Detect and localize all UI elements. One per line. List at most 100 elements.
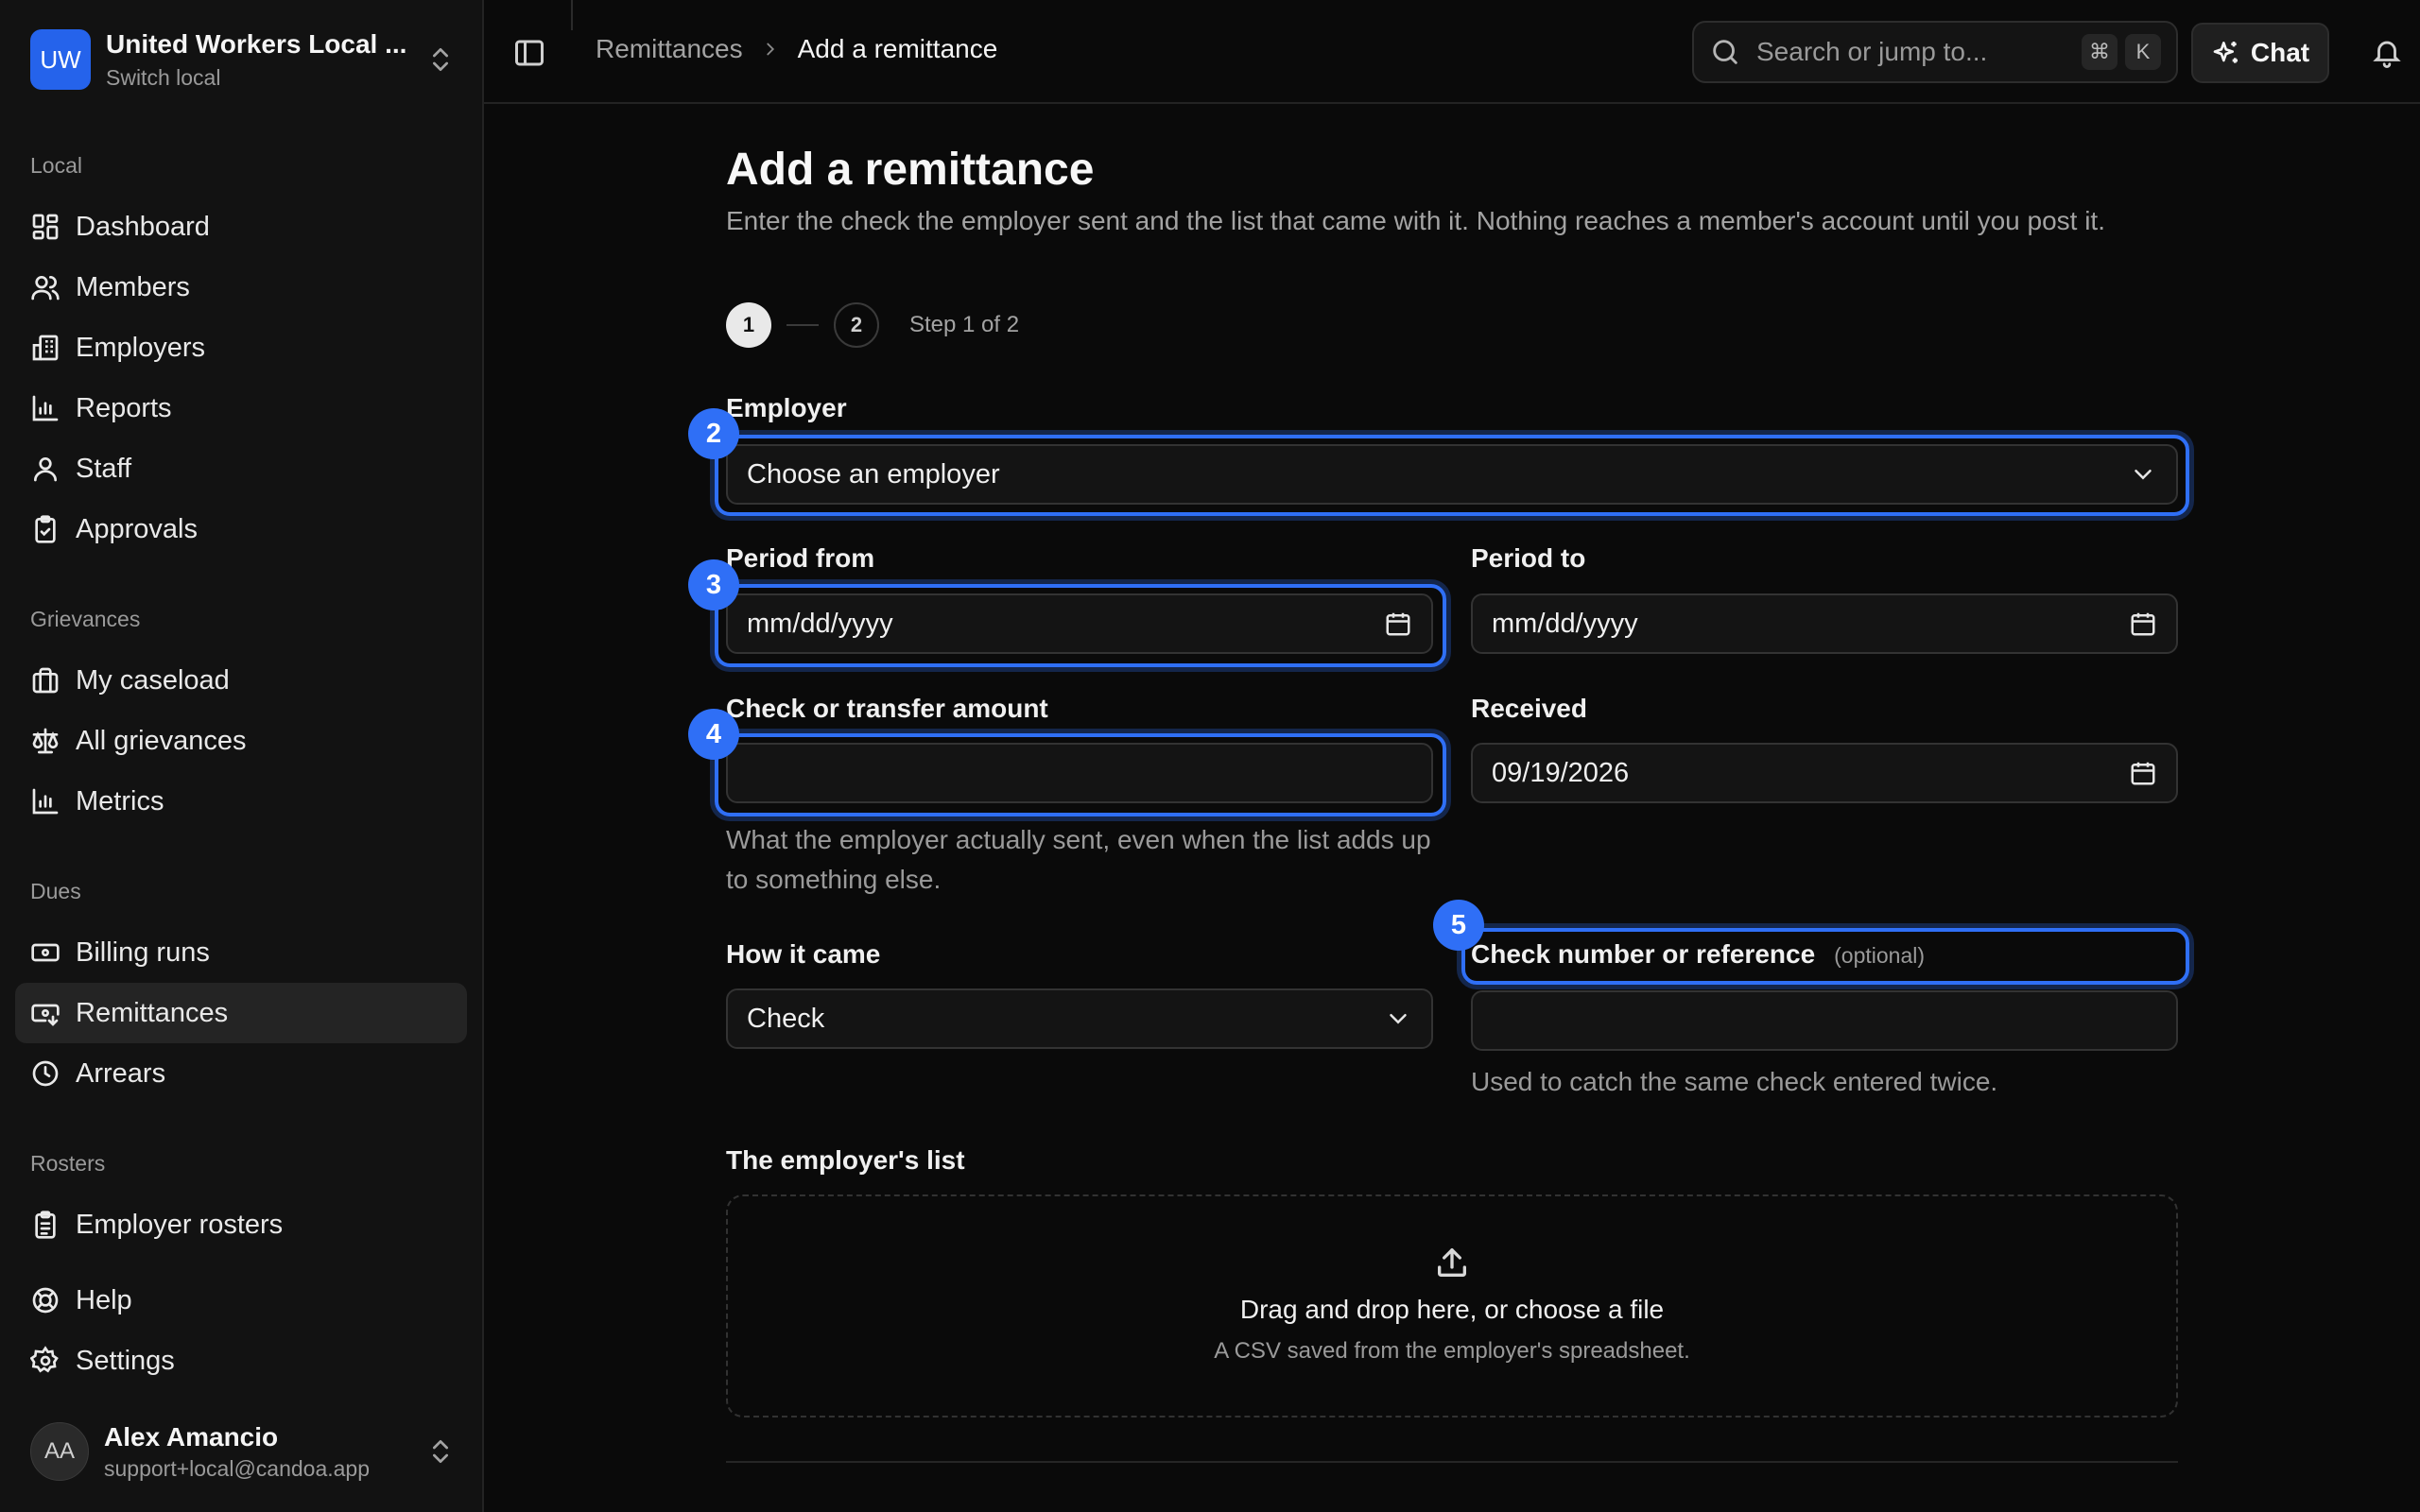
shortcut-mod-key: ⌘ xyxy=(2082,34,2118,70)
clipboard-check-icon xyxy=(35,515,56,543)
step-connector xyxy=(786,324,819,326)
banknote-icon xyxy=(31,943,60,962)
calendar-icon[interactable] xyxy=(2129,610,2157,638)
amount-label: Check or transfer amount xyxy=(726,694,1048,723)
amount-help-text: What the employer actually sent, even wh… xyxy=(726,825,1431,894)
employer-label: Employer xyxy=(726,393,847,422)
sidebar-item-members[interactable]: Members xyxy=(15,257,467,318)
gear-icon xyxy=(30,1346,59,1373)
sidebar-item-staff[interactable]: Staff xyxy=(15,438,467,499)
sidebar-item-dashboard[interactable]: Dashboard xyxy=(15,197,467,257)
chevron-up-down-icon xyxy=(433,1440,448,1463)
group-label-rosters: Rosters xyxy=(30,1151,106,1176)
bell-icon[interactable] xyxy=(2371,36,2403,68)
dropzone-title: Drag and drop here, or choose a file xyxy=(1239,1295,1665,1324)
sidebar-item-billing-runs[interactable]: Billing runs xyxy=(15,922,467,983)
breadcrumb-remittances[interactable]: Remittances xyxy=(596,34,743,64)
sidebar-item-label: Staff xyxy=(76,453,132,484)
sidebar-item-arrears[interactable]: Arrears xyxy=(15,1043,467,1104)
employer-list-label: The employer's list xyxy=(726,1145,965,1175)
briefcase-icon xyxy=(32,667,59,694)
amount-input[interactable] xyxy=(726,743,1433,803)
avatar: AA xyxy=(30,1422,89,1481)
sidebar-item-label: Dashboard xyxy=(76,211,210,242)
received-label: Received xyxy=(1471,694,1587,723)
sidebar-item-employers[interactable]: Employers xyxy=(15,318,467,378)
sidebar-item-my-caseload[interactable]: My caseload xyxy=(15,650,467,711)
scale-icon xyxy=(32,728,59,754)
page-description: Enter the check the employer sent and th… xyxy=(726,206,2105,235)
sidebar-item-settings[interactable]: Settings xyxy=(15,1331,467,1391)
org-subtitle: Switch local xyxy=(106,64,221,90)
period-from-value: mm/dd/yyyy xyxy=(747,608,893,639)
org-avatar: UW xyxy=(30,29,91,90)
period-to-input[interactable]: mm/dd/yyyy xyxy=(1471,593,2178,654)
users-icon xyxy=(31,276,60,301)
period-to-value: mm/dd/yyyy xyxy=(1492,608,1638,639)
payment-method-select[interactable]: Check xyxy=(726,988,1433,1049)
life-buoy-icon xyxy=(32,1287,59,1314)
sidebar-item-metrics[interactable]: Metrics xyxy=(15,771,467,832)
sidebar: UW United Workers Local ... Switch local… xyxy=(0,0,484,1512)
chevron-up-down-icon xyxy=(433,48,448,71)
employer-select[interactable]: Choose an employer xyxy=(726,444,2178,505)
annotation-badge: 4 xyxy=(688,709,739,760)
user-menu[interactable]: AA Alex Amancio support+local@candoa.app xyxy=(30,1421,456,1482)
sidebar-item-label: Approvals xyxy=(76,513,198,544)
group-label-dues: Dues xyxy=(30,879,81,903)
group-label-local: Local xyxy=(30,153,82,178)
sidebar-item-label: Help xyxy=(76,1284,132,1315)
building-icon xyxy=(32,335,59,361)
dropzone-subtitle: A CSV saved from the employer's spreadsh… xyxy=(1214,1338,1690,1364)
user-email: support+local@candoa.app xyxy=(104,1455,371,1481)
sidebar-item-reports[interactable]: Reports xyxy=(15,378,467,438)
reference-label: Check number or reference (optional) xyxy=(1471,939,1925,970)
sidebar-item-label: Employers xyxy=(76,332,205,363)
app: UW United Workers Local ... Switch local… xyxy=(0,0,2420,1512)
calendar-icon[interactable] xyxy=(2129,759,2157,787)
sidebar-item-label: Remittances xyxy=(76,997,229,1028)
org-name: United Workers Local ... xyxy=(106,28,407,59)
chat-button[interactable]: Chat xyxy=(2191,23,2329,83)
clock-icon xyxy=(32,1060,59,1087)
breadcrumb: Remittances Add a remittance xyxy=(596,34,997,64)
sidebar-item-remittances[interactable]: Remittances xyxy=(15,983,467,1043)
page-title: Add a remittance xyxy=(726,145,1095,195)
clipboard-list-icon xyxy=(35,1211,56,1239)
sidebar-item-label: Arrears xyxy=(76,1057,166,1089)
sidebar-item-all-grievances[interactable]: All grievances xyxy=(15,711,467,771)
method-label: How it came xyxy=(726,939,881,969)
chevron-down-icon xyxy=(2135,470,2152,480)
sidebar-item-label: Metrics xyxy=(76,785,164,816)
step-1: 1 xyxy=(726,302,771,348)
chevron-right-icon xyxy=(766,43,774,56)
payment-method-value: Check xyxy=(747,1003,825,1034)
org-switcher[interactable]: UW United Workers Local ... Switch local xyxy=(30,28,456,91)
annotation-badge: 5 xyxy=(1433,900,1484,951)
period-from-label: Period from xyxy=(726,543,875,573)
received-date-input[interactable]: 09/19/2026 xyxy=(1471,743,2178,803)
search-input[interactable]: Search or jump to... ⌘ K xyxy=(1692,21,2178,83)
sidebar-item-help[interactable]: Help xyxy=(15,1270,467,1331)
search-icon xyxy=(1713,40,1737,64)
period-from-input[interactable]: mm/dd/yyyy xyxy=(726,593,1433,654)
calendar-icon[interactable] xyxy=(1384,610,1412,638)
reference-help-text: Used to catch the same check entered twi… xyxy=(1471,1067,1998,1096)
reference-input[interactable] xyxy=(1471,990,2178,1051)
file-dropzone[interactable]: Drag and drop here, or choose a file A C… xyxy=(726,1194,2178,1418)
sidebar-item-label: Settings xyxy=(76,1345,175,1376)
sidebar-item-employer-rosters[interactable]: Employer rosters xyxy=(15,1194,467,1255)
receive-money-icon xyxy=(31,1004,60,1026)
sidebar-item-label: Billing runs xyxy=(76,936,210,968)
sidebar-item-approvals[interactable]: Approvals xyxy=(15,499,467,559)
sidebar-item-label: Reports xyxy=(76,392,172,423)
sidebar-item-label: My caseload xyxy=(76,664,230,696)
optional-tag: (optional) xyxy=(1834,943,1926,968)
upload-icon xyxy=(1438,1248,1466,1277)
user-name: Alex Amancio xyxy=(104,1421,279,1452)
sidebar-toggle-icon[interactable] xyxy=(512,36,546,70)
bar-chart-icon xyxy=(32,395,59,421)
stepper: 1 2 Step 1 of 2 xyxy=(726,302,1019,348)
sidebar-item-label: Members xyxy=(76,271,190,302)
sidebar-item-label: Employer rosters xyxy=(76,1209,284,1240)
